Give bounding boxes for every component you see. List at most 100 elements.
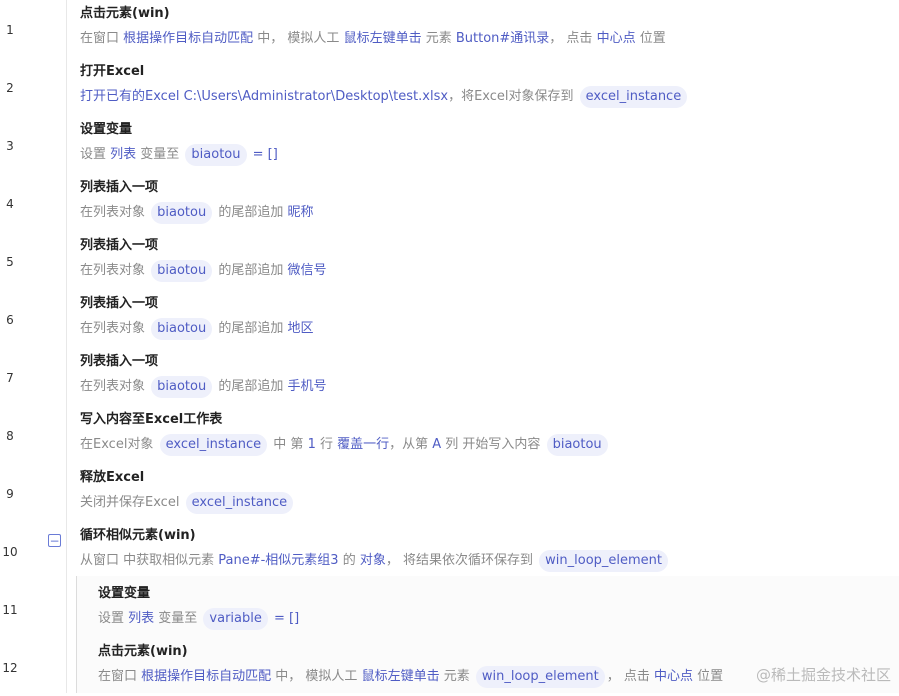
line-number: 10 <box>2 545 18 559</box>
step-title: 循环相似元素(win) <box>80 528 196 543</box>
desc-text: 的尾部追加 <box>214 321 288 336</box>
click-type-param[interactable]: 鼠标左键单击 <box>344 31 422 46</box>
element-param[interactable]: Pane#-相似元素组3 <box>218 553 338 568</box>
desc-text: 变量至 <box>136 147 184 162</box>
type-param[interactable]: 列表 <box>110 147 136 162</box>
step-click-element[interactable]: 点击元素(win) 在窗口 根据操作目标自动匹配 中， 模拟人工 鼠标左键单击 … <box>80 4 899 51</box>
step-description: 设置 列表 变量至 variable = [] <box>98 607 899 631</box>
desc-text: 元素 <box>439 669 474 684</box>
step-row-10[interactable]: 10 − 循环相似元素(win) 从窗口 中获取相似元素 Pane#-相似元素组… <box>0 522 899 580</box>
line-number: 2 <box>6 81 14 95</box>
desc-text: 位置 <box>693 669 724 684</box>
variable-chip[interactable]: excel_instance <box>579 86 688 108</box>
line-number: 9 <box>6 487 14 501</box>
desc-text: ，从第 <box>389 437 433 452</box>
step-loop-similar-elements[interactable]: 循环相似元素(win) 从窗口 中获取相似元素 Pane#-相似元素组3 的 对… <box>80 526 899 573</box>
step-description: 在Excel对象 excel_instance 中 第 1 行 覆盖一行，从第 … <box>80 433 899 457</box>
element-param[interactable]: Button#通讯录 <box>456 31 549 46</box>
step-description: 从窗口 中获取相似元素 Pane#-相似元素组3 的 对象， 将结果依次循环保存… <box>80 549 899 573</box>
step-row-4[interactable]: 4 列表插入一项 在列表对象 biaotou 的尾部追加 昵称 <box>0 174 899 232</box>
variable-chip[interactable]: biaotou <box>151 376 213 398</box>
click-type-param[interactable]: 鼠标左键单击 <box>362 669 440 684</box>
variable-chip[interactable]: biaotou <box>151 260 213 282</box>
variable-chip[interactable]: variable <box>203 608 268 630</box>
variable-chip[interactable]: biaotou <box>151 202 213 224</box>
column-param[interactable]: A <box>432 437 441 452</box>
desc-text: 在列表对象 <box>80 321 150 336</box>
step-row-11[interactable]: 11 设置变量 设置 列表 变量至 variable = [] <box>0 580 899 638</box>
step-row-9[interactable]: 9 释放Excel 关闭并保存Excel excel_instance <box>0 464 899 522</box>
step-list-append[interactable]: 列表插入一项 在列表对象 biaotou 的尾部追加 微信号 <box>80 236 899 283</box>
type-param[interactable]: 列表 <box>128 611 154 626</box>
desc-text: ，将Excel对象保存到 <box>448 89 578 104</box>
step-title: 设置变量 <box>80 122 133 137</box>
step-description: 设置 列表 变量至 biaotou = [] <box>80 143 899 167</box>
step-write-excel[interactable]: 写入内容至Excel工作表 在Excel对象 excel_instance 中 … <box>80 410 899 457</box>
step-list-append[interactable]: 列表插入一项 在列表对象 biaotou 的尾部追加 手机号 <box>80 352 899 399</box>
variable-chip[interactable]: excel_instance <box>185 492 294 514</box>
watermark: @稀土掘金技术社区 <box>755 666 891 684</box>
desc-text: 变量至 <box>154 611 202 626</box>
position-param[interactable]: 中心点 <box>597 31 636 46</box>
step-title: 点击元素(win) <box>98 644 188 659</box>
step-row-6[interactable]: 6 列表插入一项 在列表对象 biaotou 的尾部追加 地区 <box>0 290 899 348</box>
step-row-1[interactable]: 1 点击元素(win) 在窗口 根据操作目标自动匹配 中， 模拟人工 鼠标左键单… <box>0 0 899 58</box>
mode-param[interactable]: 覆盖一行 <box>337 437 389 452</box>
desc-text: ， 点击 <box>549 31 597 46</box>
position-param[interactable]: 中心点 <box>654 669 693 684</box>
desc-text: 在Excel对象 <box>80 437 158 452</box>
step-list-append[interactable]: 列表插入一项 在列表对象 biaotou 的尾部追加 昵称 <box>80 178 899 225</box>
step-row-2[interactable]: 2 打开Excel 打开已有的Excel C:\Users\Administra… <box>0 58 899 116</box>
value-param[interactable]: 手机号 <box>287 379 326 394</box>
step-description: 在窗口 根据操作目标自动匹配 中， 模拟人工 鼠标左键单击 元素 Button#… <box>80 27 899 51</box>
value-param[interactable]: = [] <box>270 611 299 626</box>
desc-text: 中， 模拟人工 <box>271 669 362 684</box>
line-number: 8 <box>6 429 14 443</box>
variable-chip[interactable]: biaotou <box>546 434 608 456</box>
step-list-append[interactable]: 列表插入一项 在列表对象 biaotou 的尾部追加 地区 <box>80 294 899 341</box>
step-description: 在列表对象 biaotou 的尾部追加 地区 <box>80 317 899 341</box>
variable-chip[interactable]: win_loop_element <box>475 666 605 688</box>
row-param[interactable]: 1 <box>308 437 316 452</box>
desc-text: 中 第 <box>269 437 308 452</box>
desc-text: 在列表对象 <box>80 205 150 220</box>
step-open-excel[interactable]: 打开Excel 打开已有的Excel C:\Users\Administrato… <box>80 62 899 109</box>
file-path-param[interactable]: 打开已有的Excel C:\Users\Administrator\Deskto… <box>80 89 448 104</box>
step-title: 写入内容至Excel工作表 <box>80 412 223 427</box>
step-description: 在列表对象 biaotou 的尾部追加 微信号 <box>80 259 899 283</box>
value-param[interactable]: = [] <box>249 147 278 162</box>
line-number: 5 <box>6 255 14 269</box>
step-title: 列表插入一项 <box>80 180 159 195</box>
step-set-variable[interactable]: 设置变量 设置 列表 变量至 biaotou = [] <box>80 120 899 167</box>
value-param[interactable]: 地区 <box>287 321 313 336</box>
desc-text: ， 将结果依次循环保存到 <box>385 553 538 568</box>
step-description: 打开已有的Excel C:\Users\Administrator\Deskto… <box>80 85 899 109</box>
target-param[interactable]: 根据操作目标自动匹配 <box>141 669 271 684</box>
line-number: 11 <box>2 603 18 617</box>
line-number: 4 <box>6 197 14 211</box>
step-row-7[interactable]: 7 列表插入一项 在列表对象 biaotou 的尾部追加 手机号 <box>0 348 899 406</box>
desc-text: 元素 <box>421 31 456 46</box>
variable-chip[interactable]: excel_instance <box>159 434 268 456</box>
variable-chip[interactable]: win_loop_element <box>539 550 669 572</box>
desc-text: 行 <box>315 437 338 452</box>
desc-text: 的尾部追加 <box>214 205 288 220</box>
step-title: 打开Excel <box>80 64 145 79</box>
mode-param[interactable]: 对象 <box>360 553 386 568</box>
collapse-icon[interactable]: − <box>48 534 61 547</box>
step-set-variable[interactable]: 设置变量 设置 列表 变量至 variable = [] <box>98 584 899 631</box>
step-row-8[interactable]: 8 写入内容至Excel工作表 在Excel对象 excel_instance … <box>0 406 899 464</box>
desc-text: 关闭并保存Excel <box>80 495 184 510</box>
step-row-3[interactable]: 3 设置变量 设置 列表 变量至 biaotou = [] <box>0 116 899 174</box>
value-param[interactable]: 昵称 <box>287 205 313 220</box>
step-title: 设置变量 <box>98 586 151 601</box>
step-release-excel[interactable]: 释放Excel 关闭并保存Excel excel_instance <box>80 468 899 515</box>
desc-text: 从窗口 中获取相似元素 <box>80 553 219 568</box>
target-param[interactable]: 根据操作目标自动匹配 <box>123 31 253 46</box>
step-row-5[interactable]: 5 列表插入一项 在列表对象 biaotou 的尾部追加 微信号 <box>0 232 899 290</box>
variable-chip[interactable]: biaotou <box>185 144 247 166</box>
value-param[interactable]: 微信号 <box>287 263 326 278</box>
desc-text: 在窗口 <box>98 669 142 684</box>
variable-chip[interactable]: biaotou <box>151 318 213 340</box>
desc-text: 位置 <box>635 31 666 46</box>
